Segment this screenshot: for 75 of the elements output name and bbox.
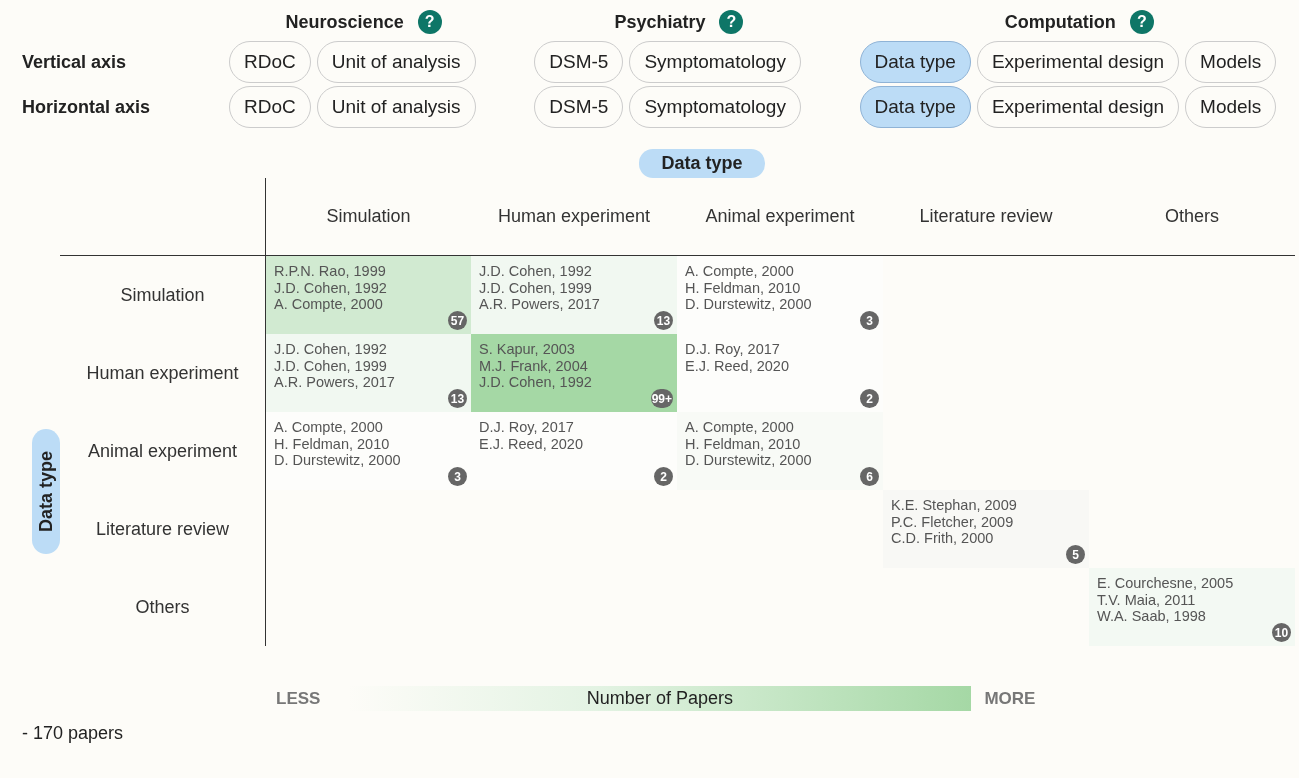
row-axis-badge: Data type bbox=[32, 429, 60, 555]
paper-citation: E.J. Reed, 2020 bbox=[685, 357, 790, 375]
column-header: Literature review bbox=[919, 206, 1053, 227]
count-badge: 99+ bbox=[650, 389, 673, 408]
paper-citation: A.R. Powers, 2017 bbox=[274, 374, 396, 392]
axis-option-chip[interactable]: Data type bbox=[859, 86, 971, 128]
row-header: Animal experiment bbox=[86, 439, 239, 463]
count-badge: 5 bbox=[1066, 545, 1085, 564]
count-badge: 2 bbox=[654, 467, 673, 486]
count-badge: 57 bbox=[448, 311, 467, 330]
count-badge: 3 bbox=[448, 467, 467, 486]
matrix-cell[interactable]: A. Compte, 2000 H. Feldman, 2010 D. Durstewitz, 2000 6 bbox=[677, 412, 883, 490]
column-axis-badge: Data type bbox=[639, 149, 765, 178]
help-icon[interactable]: ? bbox=[1129, 10, 1154, 34]
paper-citation: E. Courchesne, 2005 bbox=[1097, 575, 1235, 592]
count-badge: 10 bbox=[1272, 623, 1291, 642]
paper-citation: D. Durstewitz, 2000 bbox=[274, 452, 402, 470]
column-header: Simulation bbox=[326, 206, 411, 227]
matrix-cell[interactable]: S. Kapur, 2003 M.J. Frank, 2004 J.D. Cohen, 1992 99+ bbox=[471, 334, 677, 412]
group-title: Psychiatry bbox=[614, 11, 706, 33]
matrix-cell[interactable]: E. Courchesne, 2005 T.V. Maia, 2011 W.A. Saab, 1998 10 bbox=[1089, 568, 1295, 646]
paper-citation: J.D. Cohen, 1999 bbox=[479, 279, 593, 297]
paper-citation: A. Compte, 2000 bbox=[685, 419, 795, 436]
paper-citation: D.J. Roy, 2017 bbox=[479, 419, 575, 436]
count-badge: 2 bbox=[860, 389, 879, 408]
help-icon[interactable]: ? bbox=[417, 10, 442, 34]
count-badge: 3 bbox=[860, 311, 879, 330]
paper-citation: A. Compte, 2000 bbox=[685, 263, 795, 280]
paper-citation: A.R. Powers, 2017 bbox=[479, 296, 601, 314]
legend-more-label: MORE bbox=[984, 688, 1036, 709]
paper-citation: J.D. Cohen, 1992 bbox=[479, 374, 593, 392]
legend-title: Number of Papers bbox=[586, 688, 733, 709]
paper-citation: E.J. Reed, 2020 bbox=[479, 435, 584, 453]
column-header: Human experiment bbox=[497, 206, 651, 227]
count-badge: 6 bbox=[860, 467, 879, 486]
paper-citation: J.D. Cohen, 1992 bbox=[274, 279, 388, 297]
paper-citation: J.D. Cohen, 1992 bbox=[274, 341, 388, 358]
legend-less-label: LESS bbox=[276, 688, 321, 709]
row-header: Human experiment bbox=[85, 361, 240, 385]
group-title: Computation bbox=[1004, 11, 1116, 33]
matrix-cell[interactable]: J.D. Cohen, 1992 J.D. Cohen, 1999 A.R. Powers, 2017 13 bbox=[265, 334, 471, 412]
paper-citation: D.J. Roy, 2017 bbox=[685, 341, 781, 358]
paper-total: - 170 papers bbox=[22, 723, 125, 744]
paper-citation: H. Feldman, 2010 bbox=[274, 435, 391, 453]
matrix-cell[interactable]: R.P.N. Rao, 1999 J.D. Cohen, 1992 A. Compte, 2000 57 bbox=[265, 256, 471, 334]
count-badge: 13 bbox=[448, 389, 467, 408]
paper-citation: A. Compte, 2000 bbox=[274, 296, 384, 314]
paper-citation: W.A. Saab, 1998 bbox=[1097, 608, 1207, 626]
paper-citation: M.J. Frank, 2004 bbox=[479, 357, 589, 375]
paper-citation: C.D. Frith, 2000 bbox=[891, 530, 995, 548]
column-header: Animal experiment bbox=[705, 206, 855, 227]
axis-label: Vertical axis bbox=[22, 51, 127, 73]
row-header: Simulation bbox=[119, 283, 206, 307]
axis-label: Horizontal axis bbox=[22, 96, 151, 118]
paper-citation: T.V. Maia, 2011 bbox=[1097, 591, 1197, 609]
matrix-cell[interactable]: J.D. Cohen, 1992 J.D. Cohen, 1999 A.R. Powers, 2017 13 bbox=[471, 256, 677, 334]
axis-option-chip[interactable]: Data type bbox=[859, 41, 971, 83]
paper-citation: S. Kapur, 2003 bbox=[479, 341, 576, 358]
paper-citation: H. Feldman, 2010 bbox=[685, 435, 802, 453]
count-badge: 13 bbox=[654, 311, 673, 330]
paper-citation: P.C. Fletcher, 2009 bbox=[891, 513, 1015, 531]
help-icon[interactable]: ? bbox=[719, 10, 744, 34]
paper-citation: D. Durstewitz, 2000 bbox=[685, 452, 813, 470]
paper-citation: H. Feldman, 2010 bbox=[685, 279, 802, 297]
group-title: Neuroscience bbox=[285, 11, 404, 33]
matrix-cell[interactable]: K.E. Stephan, 2009 P.C. Fletcher, 2009 C.D. Frith, 2000 5 bbox=[883, 490, 1089, 568]
paper-citation: K.E. Stephan, 2009 bbox=[891, 497, 1018, 514]
column-header: Others bbox=[1165, 206, 1219, 227]
row-header: Literature review bbox=[94, 517, 231, 541]
paper-citation: R.P.N. Rao, 1999 bbox=[274, 263, 387, 280]
paper-citation: A. Compte, 2000 bbox=[274, 419, 384, 436]
row-header: Others bbox=[134, 595, 191, 619]
paper-citation: J.D. Cohen, 1999 bbox=[274, 357, 388, 375]
paper-citation: D. Durstewitz, 2000 bbox=[685, 296, 813, 314]
paper-citation: J.D. Cohen, 1992 bbox=[479, 263, 593, 280]
